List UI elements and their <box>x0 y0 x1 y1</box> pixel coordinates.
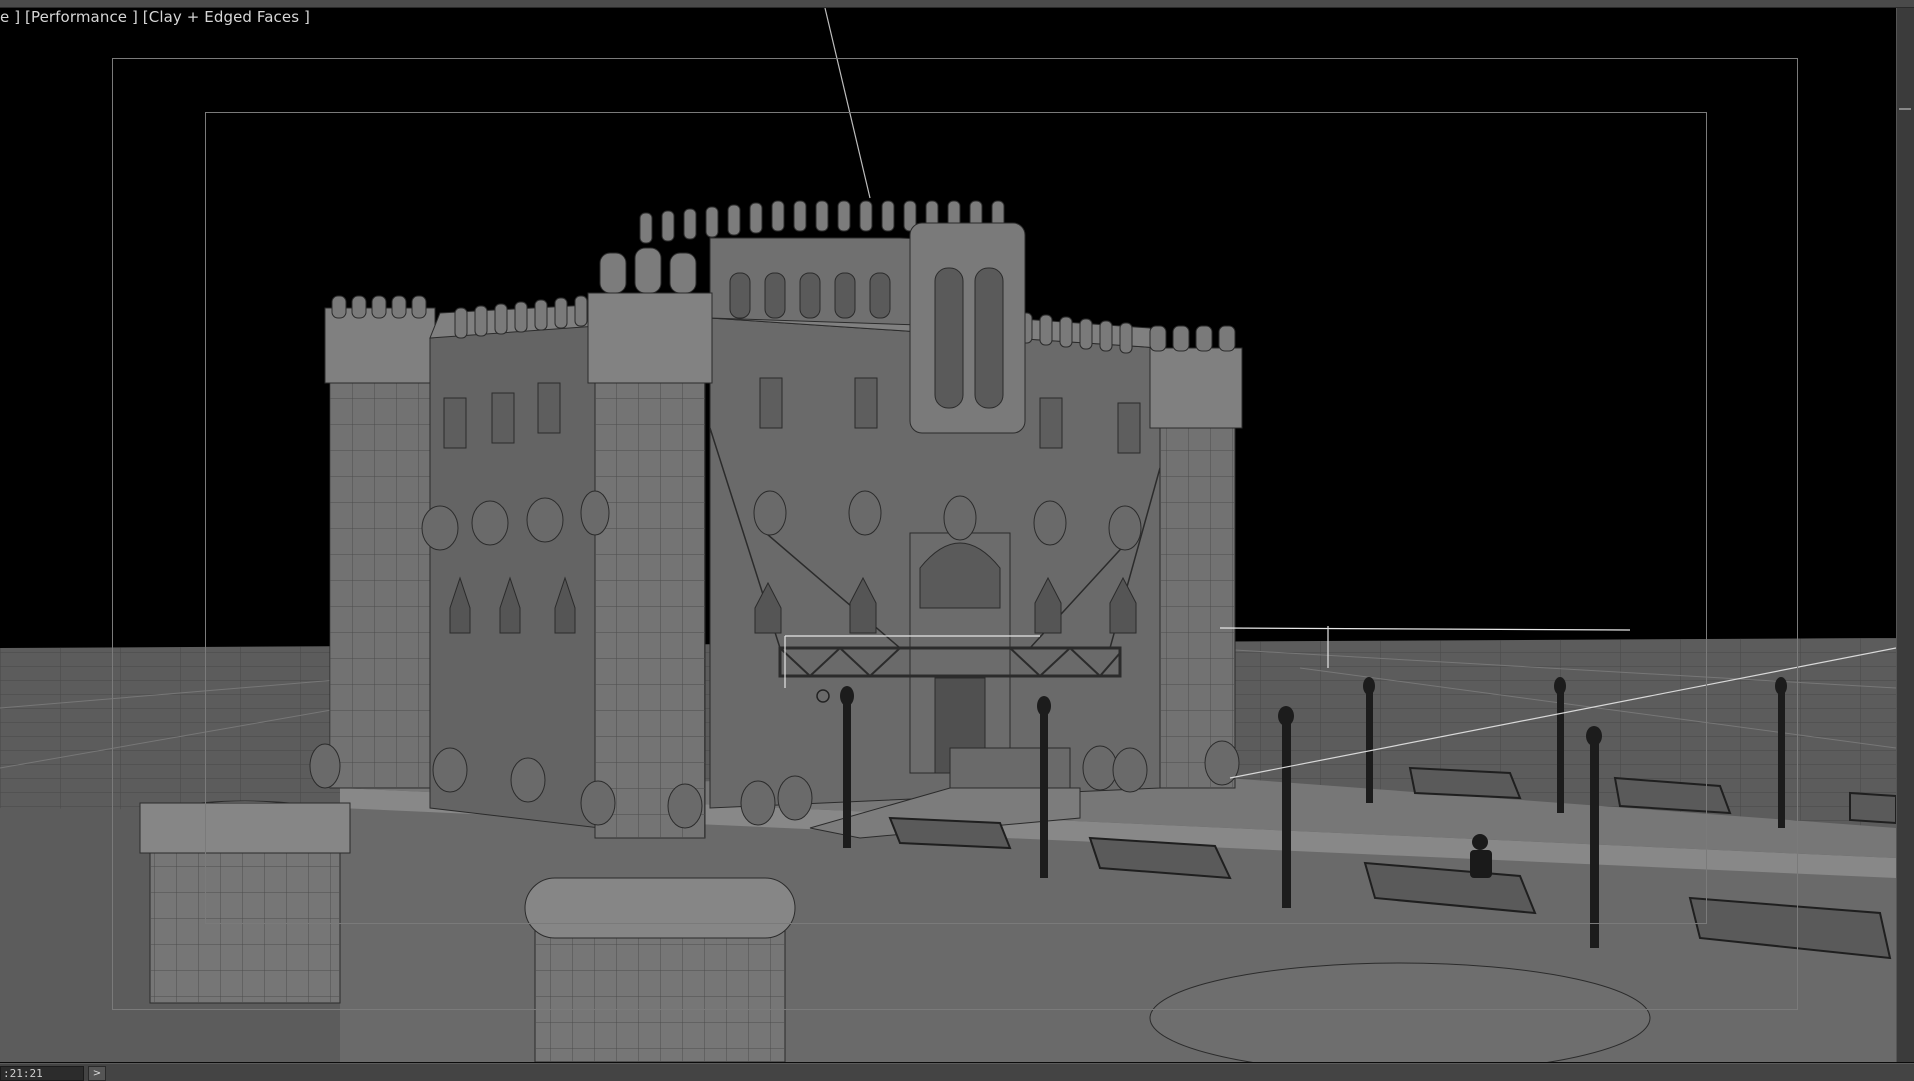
drum-tower-left <box>139 800 351 1004</box>
castle-tower-left <box>324 295 436 789</box>
castle-tower-right <box>1149 325 1243 789</box>
castle-scene <box>0 8 1896 1062</box>
castle-tower-center <box>587 247 713 839</box>
title-strip <box>0 0 1914 8</box>
viewport-label[interactable]: e ] [Performance ] [Clay + Edged Faces ] <box>0 8 310 26</box>
time-field[interactable]: :21:21 <box>0 1066 84 1081</box>
3d-viewport[interactable] <box>0 8 1897 1062</box>
status-bar: :21:21 > <box>0 1063 1914 1081</box>
next-frame-button[interactable]: > <box>88 1066 106 1081</box>
viewport-scrollbar[interactable] <box>1897 8 1914 1062</box>
drum-tower-right <box>524 877 796 1062</box>
scroll-tick <box>1899 108 1911 110</box>
